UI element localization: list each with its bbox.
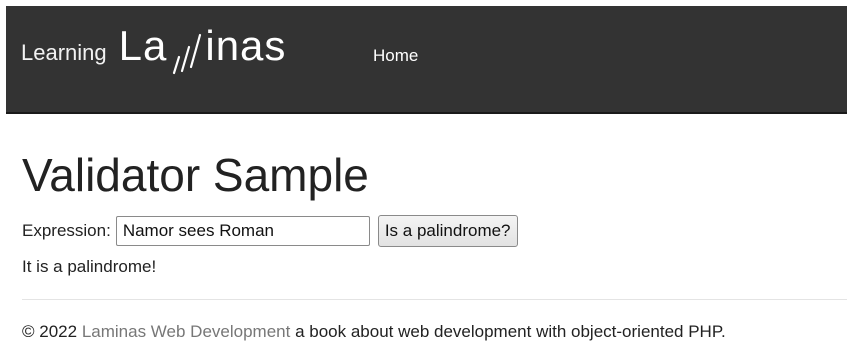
logo-text-left: La	[118, 22, 168, 69]
footer: © 2022 Laminas Web Development a book ab…	[22, 322, 726, 342]
logo-text-right: inas	[205, 22, 287, 69]
expression-input[interactable]	[115, 216, 370, 246]
brand[interactable]: Learning La inas	[21, 22, 287, 84]
logo-slashes-icon	[173, 33, 202, 75]
page-title: Validator Sample	[22, 149, 369, 201]
result-message: It is a palindrome!	[22, 257, 157, 276]
navbar: Learning La inas Home	[6, 6, 847, 114]
nav-home-link[interactable]: Home	[373, 46, 418, 66]
footer-divider	[22, 299, 847, 300]
palindrome-form: Expression: Is a palindrome?	[22, 215, 518, 247]
expression-label: Expression:	[22, 221, 111, 240]
laminas-logo: La inas	[118, 22, 287, 75]
footer-copyright: © 2022	[22, 322, 78, 341]
is-palindrome-button[interactable]: Is a palindrome?	[377, 215, 518, 247]
brand-prefix: Learning	[21, 40, 107, 65]
footer-book-link[interactable]: Laminas Web Development	[82, 322, 291, 341]
footer-tagline: a book about web development with object…	[295, 322, 726, 341]
